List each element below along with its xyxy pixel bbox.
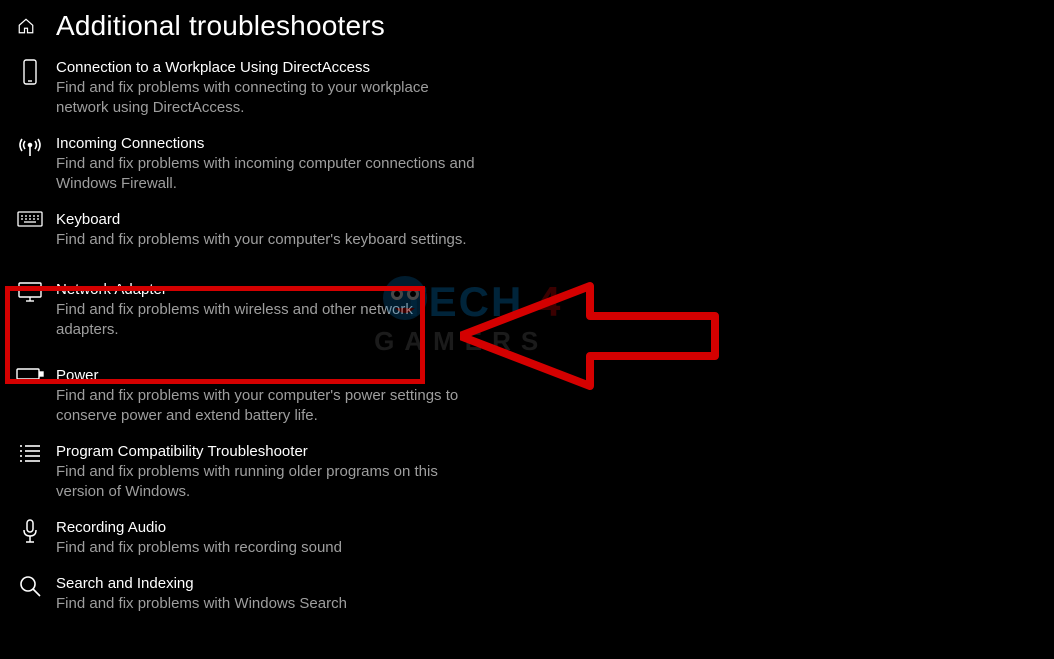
item-desc: Find and fix problems with Windows Searc… [56, 594, 476, 614]
item-title: Program Compatibility Troubleshooter [56, 442, 476, 462]
troubleshooter-recording-audio[interactable]: Recording Audio Find and fix problems wi… [16, 508, 476, 564]
search-icon [19, 575, 41, 597]
item-title: Network Adapter [56, 280, 476, 300]
item-desc: Find and fix problems with incoming comp… [56, 154, 476, 194]
antenna-icon [17, 135, 43, 157]
home-button[interactable] [14, 14, 38, 38]
microphone-icon [20, 519, 40, 545]
troubleshooter-program-compatibility[interactable]: Program Compatibility Troubleshooter Fin… [16, 432, 476, 508]
item-title: Recording Audio [56, 518, 476, 538]
monitor-icon [17, 281, 43, 303]
item-title: Incoming Connections [56, 134, 476, 154]
item-desc: Find and fix problems with running older… [56, 462, 476, 502]
troubleshooter-incoming-connections[interactable]: Incoming Connections Find and fix proble… [16, 124, 476, 200]
keyboard-icon [17, 211, 43, 227]
battery-icon [16, 367, 44, 381]
list-icon [19, 443, 41, 463]
annotation-arrow [460, 276, 720, 396]
item-desc: Find and fix problems with your computer… [56, 386, 476, 426]
item-title: Power [56, 366, 476, 386]
phone-icon [21, 59, 39, 85]
troubleshooter-directaccess[interactable]: Connection to a Workplace Using DirectAc… [16, 48, 476, 124]
item-title: Keyboard [56, 210, 476, 230]
troubleshooter-power[interactable]: Power Find and fix problems with your co… [16, 356, 476, 432]
troubleshooter-network-adapter[interactable]: Network Adapter Find and fix problems wi… [16, 256, 476, 356]
item-desc: Find and fix problems with recording sou… [56, 538, 476, 558]
watermark-text-2: 4 [537, 278, 562, 325]
troubleshooter-search-indexing[interactable]: Search and Indexing Find and fix problem… [16, 564, 476, 620]
item-desc: Find and fix problems with wireless and … [56, 300, 476, 340]
item-desc: Find and fix problems with connecting to… [56, 78, 476, 118]
page-header: Additional troubleshooters [0, 0, 1054, 48]
troubleshooter-keyboard[interactable]: Keyboard Find and fix problems with your… [16, 200, 476, 256]
troubleshooter-list: Connection to a Workplace Using DirectAc… [0, 48, 492, 620]
home-icon [17, 17, 35, 35]
page-title: Additional troubleshooters [56, 10, 385, 42]
item-title: Connection to a Workplace Using DirectAc… [56, 58, 476, 78]
item-desc: Find and fix problems with your computer… [56, 230, 476, 250]
item-title: Search and Indexing [56, 574, 476, 594]
